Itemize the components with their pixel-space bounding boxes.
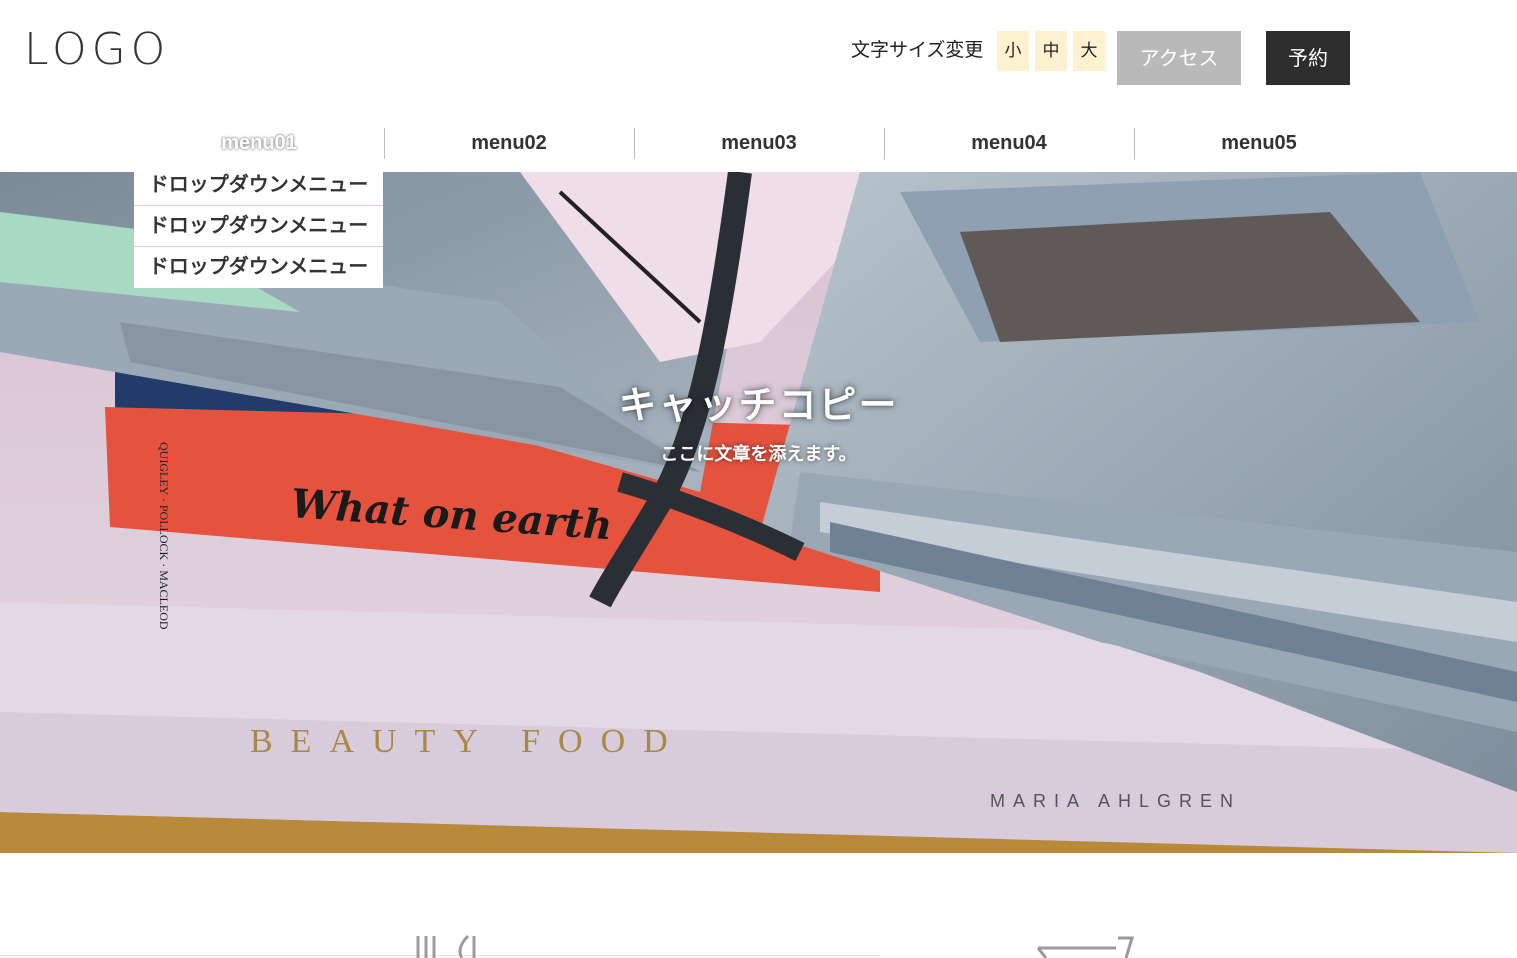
svg-text:MARIA AHLGREN: MARIA AHLGREN xyxy=(990,791,1241,811)
nav-item-menu05[interactable]: menu05 xyxy=(1134,118,1384,170)
access-button[interactable]: アクセス xyxy=(1117,31,1241,85)
cart-icon xyxy=(1036,936,1135,958)
dropdown-item[interactable]: ドロップダウンメニュー xyxy=(134,247,383,288)
nav-item-menu03[interactable]: menu03 xyxy=(634,118,884,170)
font-size-small-button[interactable]: 小 xyxy=(997,31,1029,71)
global-nav: menu01 menu02 menu03 menu04 menu05 xyxy=(134,118,1384,170)
fork-knife-icon xyxy=(416,934,476,958)
site-logo[interactable]: LOGO xyxy=(24,26,170,74)
nav-item-menu04[interactable]: menu04 xyxy=(884,118,1134,170)
nav-item-menu02[interactable]: menu02 xyxy=(384,118,634,170)
svg-text:QUIGLEY · POLLOCK · MACLEOD: QUIGLEY · POLLOCK · MACLEOD xyxy=(157,442,171,630)
nav-item-menu01[interactable]: menu01 xyxy=(134,118,384,170)
font-size-medium-button[interactable]: 中 xyxy=(1035,31,1067,71)
reserve-button[interactable]: 予約 xyxy=(1266,31,1350,85)
catch-subcopy: ここに文章を添えます。 xyxy=(660,444,857,465)
font-size-label: 文字サイズ変更 xyxy=(851,39,984,61)
svg-text:BEAUTY FOOD: BEAUTY FOOD xyxy=(250,723,686,760)
dropdown-item[interactable]: ドロップダウンメニュー xyxy=(134,206,383,247)
dropdown-menu: ドロップダウンメニュー ドロップダウンメニュー ドロップダウンメニュー xyxy=(134,165,383,288)
dropdown-item[interactable]: ドロップダウンメニュー xyxy=(134,165,383,206)
font-size-large-button[interactable]: 大 xyxy=(1073,31,1105,71)
catch-copy: キャッチコピー xyxy=(618,383,899,427)
